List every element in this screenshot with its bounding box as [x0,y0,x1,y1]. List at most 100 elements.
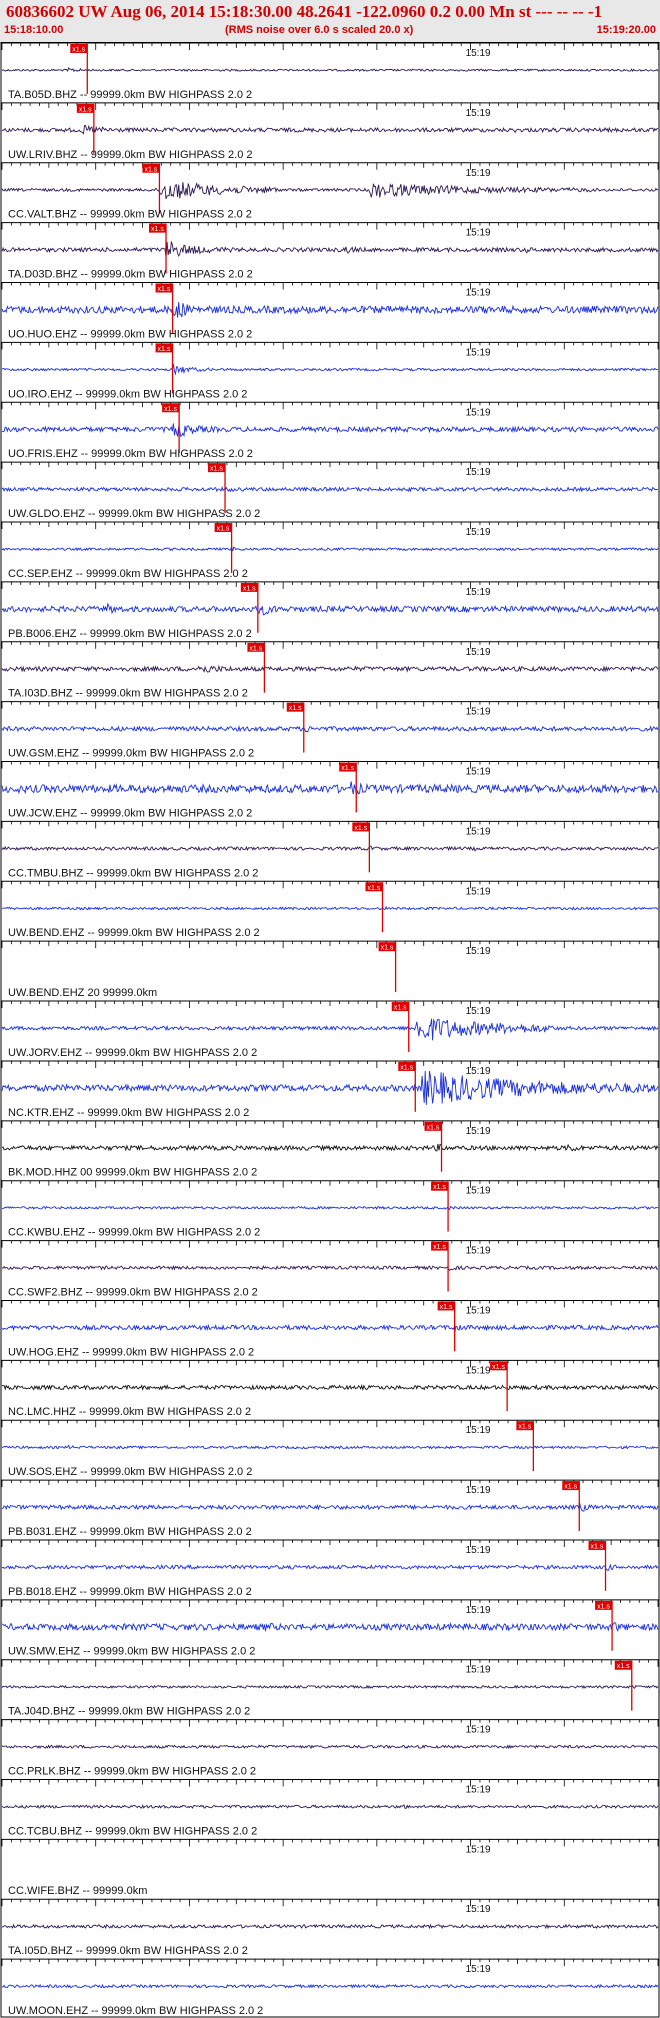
waveform-trace [1,845,659,852]
channel-label: TA.I05D.BHZ -- 99999.0km BW HIGHPASS 2.0… [8,1945,248,1957]
channel-label: UW.SOS.EHZ -- 99999.0km BW HIGHPASS 2.0 … [8,1466,252,1478]
pick-label: x1.s [243,585,256,592]
channel-label: UO.IRO.EHZ -- 99999.0km BW HIGHPASS 2.0 … [8,388,247,400]
time-tick-label: 15:19 [466,1365,491,1376]
channel-row: 15:19 x1.s UW.SMW.EHZ -- 99999.0km BW HIGH… [1,1599,659,1658]
channel-row: 15:19 CC.TCBU.BHZ -- 99999.0km BW HIGHPAS… [1,1778,659,1837]
channel-label: UW.BEND.EHZ -- 99999.0km BW HIGHPASS 2.0… [8,927,260,939]
channel-label: TA.I03D.BHZ -- 99999.0km BW HIGHPASS 2.0… [8,688,248,700]
channel-row: 15:19 x1.s TA.I03D.BHZ -- 99999.0km BW HIG… [1,641,659,700]
channel-label: UW.BEND.EHZ 20 99999.0km [8,987,157,999]
channel-label: CC.KWBU.EHZ -- 99999.0km BW HIGHPASS 2.0… [8,1227,260,1239]
channel-row: 15:19 x1.s CC.TMBU.BHZ -- 99999.0km BW HIG… [1,820,659,879]
time-tick-label: 15:19 [466,1066,491,1077]
channel-row: 15:19 x1.s UW.LRIV.BHZ -- 99999.0km BW HIG… [1,102,659,161]
channel-row: 15:19 x1.s UW.GLDO.EHZ -- 99999.0km BW HIG… [1,461,659,520]
channel-row: 15:19 x1.s UW.BEND.EHZ -- 99999.0km BW HIG… [1,880,659,939]
channel-row: 15:19 x1.s TA.B05D.BHZ -- 99999.0km BW HIG… [1,42,659,101]
pick-label: x1.s [440,1304,453,1311]
channel-row: 15:19 x1.s UO.IRO.EHZ -- 99999.0km BW HIGH… [1,341,659,400]
pick-label: x1.s [492,1364,505,1371]
channel-row: 15:19 x1.s UW.BEND.EHZ 20 99999.0km [1,940,659,999]
waveform-trace [1,486,658,493]
pick-label: x1.s [367,885,380,892]
pick-label: x1.s [400,1064,413,1071]
time-tick-label: 15:19 [466,1485,491,1496]
waveform-trace [1,240,659,258]
pick-label: x1.s [354,825,367,832]
time-tick-label: 15:19 [466,1425,491,1436]
channel-row: 15:19 x1.s CC.KWBU.EHZ -- 99999.0km BW HIG… [1,1180,659,1239]
record-header: 60836602 UW Aug 06, 2014 15:18:30.00 48.… [0,0,660,43]
channel-row: 15:19 x1.s UW.JCW.EHZ -- 99999.0km BW HIGH… [1,761,659,819]
pick-label: x1.s [151,226,164,233]
time-tick-label: 15:19 [466,1665,491,1676]
time-tick-label: 15:19 [466,707,491,718]
time-tick-label: 15:19 [466,1904,491,1915]
pick-label: x1.s [394,1005,407,1012]
waveform-trace [1,1264,659,1271]
waveform-trace [1,423,659,438]
channel-label: UW.MOON.EHZ -- 99999.0km BW HIGHPASS 2.0… [8,2005,263,2017]
waveform-trace [1,1323,659,1333]
channel-label: UW.GSM.EHZ -- 99999.0km BW HIGHPASS 2.0 … [8,748,254,760]
time-tick-label: 15:19 [466,108,491,119]
channel-label: CC.TMBU.BHZ -- 99999.0km BW HIGHPASS 2.0… [8,867,258,879]
end-time: 15:19:20.00 [596,24,656,36]
waveform-trace [1,1983,659,1989]
channel-label: CC.SWF2.BHZ -- 99999.0km BW HIGHPASS 2.0… [8,1286,258,1298]
time-tick-label: 15:19 [466,1844,491,1855]
pick-label: x1.s [72,47,85,54]
channel-label: CC.VALT.BHZ -- 99999.0km BW HIGHPASS 2.0… [8,209,252,221]
channel-label: UW.LRIV.BHZ -- 99999.0km BW HIGHPASS 2.0… [8,149,253,161]
channel-label: UW.JCW.EHZ -- 99999.0km BW HIGHPASS 2.0 … [8,807,252,819]
time-tick-label: 15:19 [466,48,491,59]
waveform-trace [1,1503,659,1512]
channel-label: NC.LMC.HHZ -- 99999.0km BW HIGHPASS 2.0 … [8,1406,251,1418]
time-tick-label: 15:19 [466,527,491,538]
time-tick-label: 15:19 [466,347,491,358]
pick-label: x1.s [597,1603,610,1610]
channel-label: TA.D03D.BHZ -- 99999.0km BW HIGHPASS 2.0… [8,269,253,281]
channel-row: 15:19 x1.s PB.B018.EHZ -- 99999.0km BW HIG… [1,1539,659,1598]
waveform-trace [1,664,659,673]
channel-label: CC.WIFE.BHZ -- 99999.0km [8,1885,147,1897]
waveform-trace [1,1563,659,1572]
channel-row: 15:19 UW.MOON.EHZ -- 99999.0km BW HIGHPAS… [1,1958,659,2017]
time-tick-label: 15:19 [466,587,491,598]
channel-row: 15:19 TA.I05D.BHZ -- 99999.0km BW HIGHPAS… [1,1898,659,1957]
channel-row: 15:19 x1.s CC.VALT.BHZ -- 99999.0km BW HIG… [1,162,659,221]
channel-row: 15:19 CC.PRLK.BHZ -- 99999.0km BW HIGHPAS… [1,1719,659,1777]
time-tick-label: 15:19 [466,1006,491,1017]
time-tick-label: 15:19 [466,826,491,837]
waveform-trace [1,1143,659,1152]
waveform-trace [1,302,659,318]
channel-row: 15:19 x1.s UW.SOS.EHZ -- 99999.0km BW HIGH… [1,1419,659,1478]
time-tick-label: 15:19 [466,1186,491,1197]
channel-label: UW.JORV.EHZ -- 99999.0km BW HIGHPASS 2.0… [8,1047,257,1059]
time-tick-label: 15:19 [466,1784,491,1795]
waveform-trace [1,781,659,795]
time-tick-label: 15:19 [466,886,491,897]
waveform-trace [1,1684,659,1690]
waveform-trace [1,1444,659,1450]
pick-label: x1.s [164,406,177,413]
pick-label: x1.s [289,705,302,712]
time-tick-label: 15:19 [466,407,491,418]
channel-row: 15:19 x1.s NC.KTR.EHZ -- 99999.0km BW HIGH… [1,1060,659,1119]
waveform-trace [1,364,659,376]
channel-row: 15:19 x1.s CC.SWF2.BHZ -- 99999.0km BW HIG… [1,1240,659,1298]
channel-row: 15:19 x1.s PB.B031.EHZ -- 99999.0km BW HIG… [1,1479,659,1538]
channel-row: 15:19 x1.s UO.FRIS.EHZ -- 99999.0km BW HIG… [1,401,659,460]
time-tick-label: 15:19 [466,288,491,299]
channel-row: 15:19 x1.s CC.SEP.EHZ -- 99999.0km BW HIGH… [1,521,659,580]
waveform-trace [1,182,659,200]
pick-label: x1.s [617,1663,630,1670]
channel-row: 15:19 CC.WIFE.BHZ -- 99999.0km [1,1838,659,1897]
pick-label: x1.s [217,526,230,533]
waveform-trace [1,1070,659,1105]
pick-label: x1.s [158,286,171,293]
waveform-trace [1,1384,659,1392]
time-tick-label: 15:19 [466,1545,491,1556]
channel-label: BK.MOD.HHZ 00 99999.0km BW HIGHPASS 2.0 … [8,1167,257,1179]
